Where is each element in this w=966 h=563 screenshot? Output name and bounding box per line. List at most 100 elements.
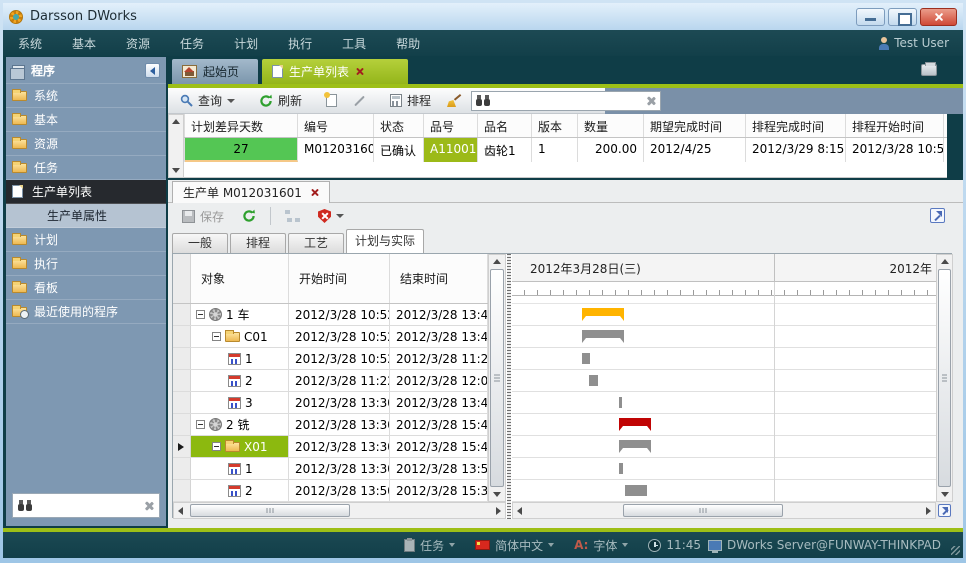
scroll-thumb[interactable] [623,504,783,517]
col-header[interactable]: 版本 [532,114,578,137]
table-vertical-scrollbar[interactable] [488,254,506,502]
col-header[interactable]: 品号 [424,114,478,137]
detail-doc-tab[interactable]: 生产单 M012031601 [172,181,330,203]
gantt-bar-summary[interactable] [582,330,624,338]
table-row[interactable]: C01 2012/3/28 10:52 2012/3/28 13:40 [173,326,488,348]
gantt-bar-task[interactable] [625,485,647,496]
table-row[interactable]: 3 2012/3/28 13:30 2012/3/28 13:40 [173,392,488,414]
resize-grip[interactable] [951,546,960,555]
sidebar-item[interactable]: 看板 [6,276,166,300]
collapse-expander-icon[interactable] [196,420,205,429]
table-row[interactable]: 1 车 2012/3/28 10:52 2012/3/28 13:40 [173,304,488,326]
validate-button[interactable] [312,207,350,225]
gantt-bar-summary[interactable] [619,418,651,426]
collapse-expander-icon[interactable] [212,442,221,451]
menu-tools[interactable]: 工具 [327,35,381,52]
col-header[interactable]: 排程完成时间 [746,114,846,137]
popout-gantt-icon[interactable] [938,504,951,517]
gantt-vertical-scrollbar[interactable] [936,254,953,502]
sidebar-item[interactable]: 计划 [6,228,166,252]
open-external-icon[interactable] [930,208,945,223]
sidebar-item[interactable]: 执行 [6,252,166,276]
menu-plan[interactable]: 计划 [219,35,273,52]
tab-start-page[interactable]: 起始页 [172,59,258,84]
col-header[interactable]: 编号 [298,114,374,137]
current-user[interactable]: Test User [878,36,963,50]
status-task-menu[interactable]: 任务 [404,537,455,554]
status-language-menu[interactable]: 简体中文 [475,537,554,554]
gantt-bar-summary[interactable] [582,308,624,316]
tab-production-order-list[interactable]: 生产单列表 [262,59,408,84]
sidebar-item[interactable]: 系统 [6,84,166,108]
collapse-expander-icon[interactable] [196,310,205,319]
flow-button[interactable] [279,208,306,224]
menu-resource[interactable]: 资源 [111,35,165,52]
sidebar-item[interactable]: 最近使用的程序 [6,300,166,324]
gantt-bar-task[interactable] [619,463,623,474]
menu-task[interactable]: 任务 [165,35,219,52]
gantt-bar-task[interactable] [589,375,598,386]
detail-refresh-button[interactable] [236,207,262,225]
printer-icon[interactable] [921,64,937,76]
home-icon [182,65,197,78]
sidebar-item[interactable]: 任务 [6,156,166,180]
col-object[interactable]: 对象 [191,254,289,303]
table-row[interactable]: 2 2012/3/28 13:50 2012/3/28 15:30 [173,480,488,502]
col-header[interactable]: 排程开始时间 [846,114,944,137]
clean-button[interactable] [441,92,467,109]
table-row[interactable]: 1 2012/3/28 13:30 2012/3/28 13:50 [173,458,488,480]
gantt-bar-task[interactable] [582,353,590,364]
menu-system[interactable]: 系统 [3,35,57,52]
status-font-menu[interactable]: A: 字体 [574,537,628,554]
tab-plan-vs-actual[interactable]: 计划与实际 [346,229,424,253]
table-row[interactable]: 2 2012/3/28 11:22 2012/3/28 12:00 [173,370,488,392]
clear-search-icon[interactable] [144,501,154,511]
menu-help[interactable]: 帮助 [381,35,435,52]
query-button[interactable]: 查询 [174,90,241,111]
col-start-time[interactable]: 开始时间 [289,254,390,303]
toolbar-search-input[interactable] [493,94,643,108]
menu-execute[interactable]: 执行 [273,35,327,52]
sidebar-item[interactable]: 生产单列表 [6,180,166,204]
gantt-bar-summary[interactable] [619,440,651,448]
sidebar-search-input[interactable] [36,499,140,513]
cal-icon [228,463,241,475]
gantt-bar-task[interactable] [619,397,622,408]
table-row[interactable]: 1 2012/3/28 10:52 2012/3/28 11:22 [173,348,488,370]
edit-button[interactable] [347,98,372,104]
scroll-thumb[interactable] [190,504,350,517]
scroll-thumb[interactable] [490,269,504,487]
new-button[interactable] [320,92,343,109]
col-header[interactable]: 状态 [374,114,424,137]
collapse-expander-icon[interactable] [212,332,221,341]
sidebar-item[interactable]: 资源 [6,132,166,156]
tab-schedule[interactable]: 排程 [230,233,286,253]
refresh-button[interactable]: 刷新 [253,90,308,111]
schedule-button[interactable]: 排程 [384,90,437,111]
close-tab-icon[interactable] [355,67,364,76]
sidebar-item[interactable]: 生产单属性 [6,204,166,228]
gantt-horizontal-scrollbar[interactable] [512,502,936,519]
close-button[interactable] [920,8,957,26]
tab-general[interactable]: 一般 [172,233,228,253]
sidebar-item[interactable]: 基本 [6,108,166,132]
col-header[interactable]: 期望完成时间 [644,114,746,137]
save-button[interactable]: 保存 [176,206,230,227]
menu-basic[interactable]: 基本 [57,35,111,52]
grid-vertical-scrollbar[interactable] [168,114,184,178]
col-header[interactable]: 数量 [578,114,644,137]
table-row[interactable]: X01 2012/3/28 13:30 2012/3/28 15:40 [173,436,488,458]
sidebar-collapse-button[interactable] [145,63,160,78]
minimize-button[interactable] [856,8,885,26]
col-header[interactable]: 计划差异天数 [185,114,298,137]
col-end-time[interactable]: 结束时间 [390,254,488,303]
close-detail-icon[interactable] [310,188,319,197]
grid-data-row[interactable]: 27 M012031601 已确认 A11001 齿轮1 1 200.00 20… [168,138,947,162]
scroll-thumb[interactable] [938,269,951,487]
col-header[interactable]: 品名 [478,114,532,137]
clear-search-icon[interactable] [646,96,656,106]
tab-process[interactable]: 工艺 [288,233,344,253]
table-row[interactable]: 2 铣 2012/3/28 13:30 2012/3/28 15:40 [173,414,488,436]
maximize-button[interactable] [888,8,917,26]
table-horizontal-scrollbar[interactable] [173,502,506,519]
